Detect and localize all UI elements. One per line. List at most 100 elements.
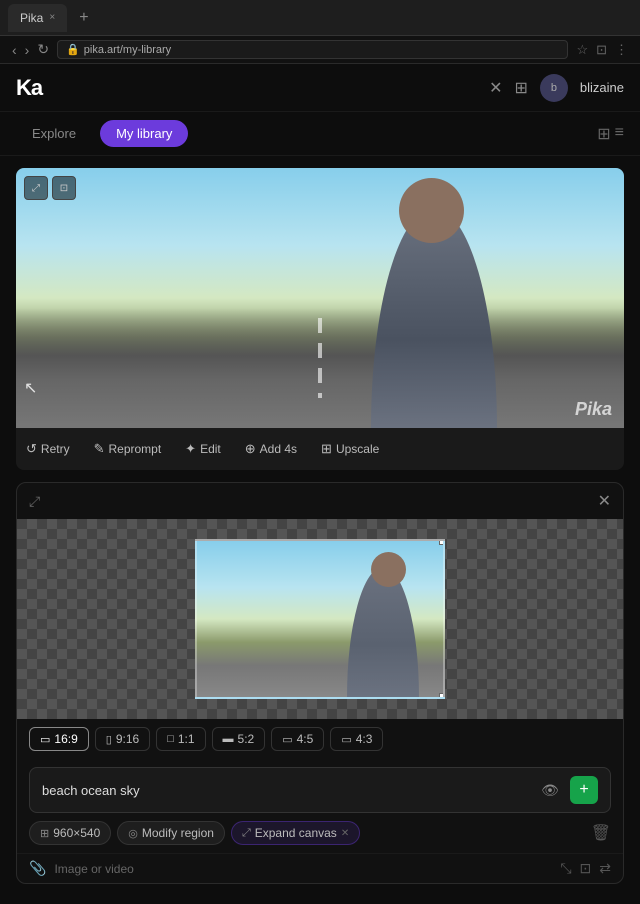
ratio-4-3-label: 4:3: [356, 732, 373, 746]
upscale-icon: ⊞: [321, 441, 332, 457]
ratio-9-16-icon: ▯: [106, 733, 112, 746]
app-header: Ka ✕ ⊞ b blizaine: [0, 64, 640, 112]
prompt-actions: 👁 +: [536, 776, 598, 804]
ratio-bar: ▭ 16:9 ▯ 9:16 □ 1:1 ▬ 5:2 ▭ 4:5 ▭ 4:3: [17, 719, 623, 759]
tag-expand-canvas-remove[interactable]: ✕: [341, 828, 349, 839]
ratio-9-16[interactable]: ▯ 9:16: [95, 727, 150, 751]
retry-icon: ↺: [26, 441, 37, 457]
ratio-4-3[interactable]: ▭ 4:3: [330, 727, 383, 751]
add4s-icon: ⊕: [245, 441, 256, 457]
ratio-4-3-icon: ▭: [341, 733, 351, 746]
refresh-btn[interactable]: ↻: [37, 41, 49, 58]
reprompt-btn[interactable]: ✎ Reprompt: [84, 436, 172, 462]
retry-btn[interactable]: ↺ Retry: [16, 436, 80, 462]
retry-label: Retry: [41, 442, 70, 456]
video-thumbnail: ⤢ ⊡ ↖ Pika: [16, 168, 624, 428]
tag-modify-region[interactable]: ◎ Modify region: [117, 821, 225, 845]
tag-expand-canvas[interactable]: ⤢ Expand canvas ✕: [231, 821, 360, 845]
browser-tab[interactable]: Pika ×: [8, 4, 67, 32]
canvas-panel: ⤢ ✕ ▭ 16:9 ▯ 9:16 □ 1:1: [16, 482, 624, 884]
resolution-icon: ⊞: [40, 827, 49, 840]
lock-icon: 🔒: [66, 43, 80, 56]
edit-icon: ✦: [185, 441, 196, 457]
edit-btn[interactable]: ✦ Edit: [175, 436, 231, 462]
avatar-initial: b: [551, 82, 557, 94]
ratio-4-5[interactable]: ▭ 4:5: [271, 727, 324, 751]
copy-btn[interactable]: ⊡: [52, 176, 76, 200]
tag-expand-canvas-label: Expand canvas: [255, 826, 337, 840]
bookmark-icon[interactable]: ☆: [576, 42, 588, 58]
url-box[interactable]: 🔒 pika.art/my-library: [57, 40, 568, 59]
tab-icon[interactable]: ⊡: [596, 42, 607, 58]
resize-handle-tr[interactable]: [439, 539, 445, 545]
add4s-label: Add 4s: [260, 442, 297, 456]
prompt-input-row[interactable]: beach ocean sky 👁 +: [29, 767, 611, 813]
tab-explore[interactable]: Explore: [16, 120, 92, 147]
discord-icon[interactable]: ⊞: [515, 78, 528, 98]
ratio-9-16-label: 9:16: [116, 732, 139, 746]
header-right: ✕ ⊞ b blizaine: [489, 74, 624, 102]
reprompt-icon: ✎: [94, 441, 105, 457]
ratio-1-1-label: 1:1: [178, 732, 195, 746]
fullscreen-icon[interactable]: ⊡: [580, 860, 592, 877]
main-content: ⤢ ⊡ ↖ Pika ↺ Retry ✎ Reprompt ✦ Edit ⊕ A…: [0, 156, 640, 904]
forward-btn[interactable]: ›: [25, 42, 30, 58]
tag-resolution[interactable]: ⊞ 960×540: [29, 821, 111, 845]
video-corner-icons: ⤢ ⊡: [24, 176, 76, 200]
browser-actions: ☆ ⊡ ⋮: [576, 42, 628, 58]
reprompt-label: Reprompt: [108, 442, 161, 456]
prompt-text: beach ocean sky: [42, 783, 536, 798]
video-card: ⤢ ⊡ ↖ Pika ↺ Retry ✎ Reprompt ✦ Edit ⊕ A…: [16, 168, 624, 470]
ratio-5-2-icon: ▬: [223, 733, 234, 745]
expand-corners: ⤡ ⊡ ⇄: [560, 860, 611, 877]
edit-label: Edit: [200, 442, 221, 456]
expand-btn[interactable]: ⤢: [24, 176, 48, 200]
cursor-icon: ↖: [24, 378, 37, 398]
url-text: pika.art/my-library: [84, 44, 171, 56]
grid-icon[interactable]: ⊞: [597, 124, 610, 144]
canvas-inner-image: [195, 539, 445, 699]
resize-handle-br[interactable]: [439, 693, 445, 699]
nav-tabs: Explore My library ⊞ ≡: [0, 112, 640, 156]
list-icon[interactable]: ≡: [615, 124, 624, 144]
avatar[interactable]: b: [540, 74, 568, 102]
trash-icon[interactable]: 🗑: [591, 823, 611, 843]
image-video-btn[interactable]: Image or video: [54, 862, 133, 876]
canvas-expand-icon[interactable]: ⤢: [29, 493, 40, 510]
prompt-section: beach ocean sky 👁 + ⊞ 960×540 ◎: [17, 759, 623, 853]
tag-pills-row: ⊞ 960×540 ◎ Modify region ⤢ Expand canva…: [29, 821, 611, 845]
view-toggle[interactable]: ⊞ ≡: [597, 124, 624, 144]
canvas-close-btn[interactable]: ✕: [598, 491, 611, 511]
add4s-btn[interactable]: ⊕ Add 4s: [235, 436, 307, 462]
canvas-person-head: [371, 552, 406, 587]
tab-title: Pika: [20, 11, 43, 25]
add-icon: +: [579, 781, 588, 799]
back-btn[interactable]: ‹: [12, 42, 17, 58]
pika-watermark: Pika: [575, 399, 612, 420]
ratio-5-2[interactable]: ▬ 5:2: [212, 727, 266, 751]
ratio-1-1[interactable]: □ 1:1: [156, 727, 205, 751]
eye-icon: 👁: [541, 782, 559, 799]
attach-icon[interactable]: 📎: [29, 860, 46, 877]
close-header-icon[interactable]: ✕: [489, 78, 502, 98]
split-icon[interactable]: ⇄: [599, 860, 611, 877]
tab-close-icon[interactable]: ×: [49, 12, 55, 23]
tab-add-icon[interactable]: +: [75, 9, 92, 27]
tab-my-library[interactable]: My library: [100, 120, 188, 147]
upscale-label: Upscale: [336, 442, 379, 456]
eye-icon-btn[interactable]: 👁: [536, 776, 564, 804]
app-logo: Ka: [16, 75, 42, 101]
action-bar: ↺ Retry ✎ Reprompt ✦ Edit ⊕ Add 4s ⊞ Ups…: [16, 428, 624, 470]
canvas-area[interactable]: [17, 519, 623, 719]
menu-icon[interactable]: ⋮: [615, 42, 628, 58]
canvas-person-body: [343, 567, 423, 697]
upscale-btn[interactable]: ⊞ Upscale: [311, 436, 389, 462]
ratio-4-5-label: 4:5: [297, 732, 314, 746]
resize-icon[interactable]: ⤡: [560, 860, 571, 877]
add-prompt-btn[interactable]: +: [570, 776, 598, 804]
person-head: [399, 178, 464, 243]
ratio-16-9[interactable]: ▭ 16:9: [29, 727, 89, 751]
address-bar: ‹ › ↻ 🔒 pika.art/my-library ☆ ⊡ ⋮: [0, 36, 640, 64]
ratio-4-5-icon: ▭: [282, 733, 292, 746]
ratio-1-1-icon: □: [167, 733, 174, 745]
